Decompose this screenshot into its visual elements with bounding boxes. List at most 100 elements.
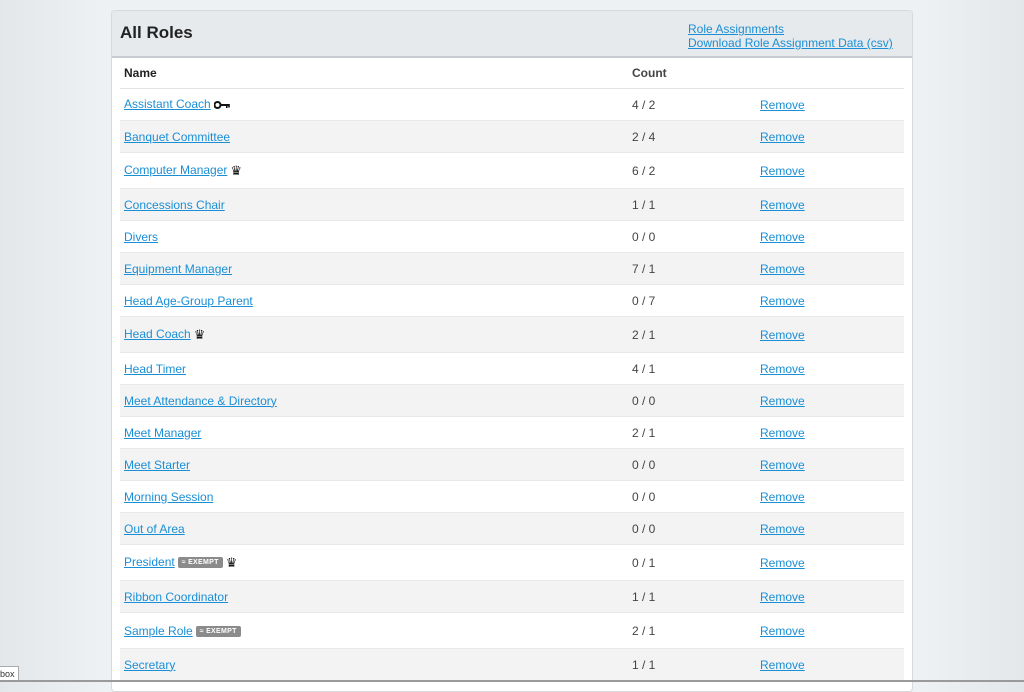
download-csv-link[interactable]: Download Role Assignment Data (csv) (688, 36, 893, 50)
role-name-cell: Secretary (120, 648, 628, 681)
remove-button[interactable]: Remove (760, 164, 805, 178)
role-name-cell: Head Age-Group Parent (120, 284, 628, 317)
role-actions-cell: Remove (756, 88, 904, 121)
role-actions-cell: Remove (756, 648, 904, 681)
role-count-cell: 0 / 0 (628, 512, 756, 545)
exempt-badge: ≈ EXEMPT (177, 556, 223, 568)
role-name-cell: Head Coach ♛ (120, 316, 628, 353)
role-actions-cell: Remove (756, 252, 904, 285)
role-actions-cell: Remove (756, 512, 904, 545)
role-actions-cell: Remove (756, 120, 904, 153)
role-name-cell: Concessions Chair (120, 188, 628, 221)
remove-button[interactable]: Remove (760, 294, 805, 308)
table-row: Ribbon Coordinator 1 / 1 Remove (120, 580, 904, 613)
role-link[interactable]: Concessions Chair (124, 198, 225, 212)
role-assignments-link[interactable]: Role Assignments (688, 22, 893, 36)
remove-button[interactable]: Remove (760, 230, 805, 244)
role-actions-cell: Remove (756, 188, 904, 221)
role-actions-cell: Remove (756, 416, 904, 449)
crown-icon: ♛ (193, 326, 206, 342)
table-row: Computer Manager ♛ 6 / 2 Remove (120, 152, 904, 189)
role-name-cell: Sample Role ≈ EXEMPT (120, 612, 628, 649)
role-name-cell: President ≈ EXEMPT ♛ (120, 544, 628, 581)
table-row: Head Age-Group Parent 0 / 7 Remove (120, 284, 904, 317)
roles-panel: All Roles Role Assignments Download Role… (111, 10, 913, 692)
remove-button[interactable]: Remove (760, 590, 805, 604)
role-actions-cell: Remove (756, 612, 904, 649)
role-actions-cell: Remove (756, 316, 904, 353)
role-count-cell: 2 / 1 (628, 612, 756, 649)
remove-button[interactable]: Remove (760, 658, 805, 672)
role-name-cell: Computer Manager ♛ (120, 152, 628, 189)
role-count-cell: 6 / 2 (628, 152, 756, 189)
remove-button[interactable]: Remove (760, 328, 805, 342)
role-actions-cell: Remove (756, 220, 904, 253)
role-link[interactable]: Banquet Committee (124, 130, 230, 144)
role-count-cell: 0 / 0 (628, 384, 756, 417)
role-link[interactable]: Sample Role (124, 624, 193, 638)
role-actions-cell: Remove (756, 544, 904, 581)
header-links: Role Assignments Download Role Assignmen… (688, 22, 893, 50)
role-link[interactable]: Ribbon Coordinator (124, 590, 228, 604)
role-count-cell: 1 / 1 (628, 580, 756, 613)
remove-button[interactable]: Remove (760, 426, 805, 440)
actions-column-header (756, 58, 904, 89)
role-count-cell: 7 / 1 (628, 252, 756, 285)
role-count-cell: 1 / 1 (628, 648, 756, 681)
remove-button[interactable]: Remove (760, 130, 805, 144)
page-title: All Roles (120, 23, 193, 42)
remove-button[interactable]: Remove (760, 490, 805, 504)
remove-button[interactable]: Remove (760, 458, 805, 472)
role-actions-cell: Remove (756, 152, 904, 189)
panel-header: All Roles Role Assignments Download Role… (112, 11, 912, 58)
role-link[interactable]: Computer Manager (124, 163, 227, 177)
table-row: Concessions Chair 1 / 1 Remove (120, 188, 904, 221)
remove-button[interactable]: Remove (760, 362, 805, 376)
role-link[interactable]: Out of Area (124, 522, 185, 536)
role-actions-cell: Remove (756, 384, 904, 417)
role-link[interactable]: Meet Manager (124, 426, 201, 440)
role-link[interactable]: Head Coach (124, 327, 191, 341)
role-link[interactable]: Divers (124, 230, 158, 244)
remove-button[interactable]: Remove (760, 198, 805, 212)
role-link[interactable]: Meet Attendance & Directory (124, 394, 277, 408)
role-count-cell: 2 / 1 (628, 316, 756, 353)
remove-button[interactable]: Remove (760, 624, 805, 638)
role-link[interactable]: Meet Starter (124, 458, 190, 472)
table-row: Meet Starter 0 / 0 Remove (120, 448, 904, 481)
role-name-cell: Meet Starter (120, 448, 628, 481)
table-header-row: Name Count (120, 58, 904, 89)
role-name-cell: Ribbon Coordinator (120, 580, 628, 613)
role-name-cell: Out of Area (120, 512, 628, 545)
table-row: Banquet Committee 2 / 4 Remove (120, 120, 904, 153)
role-link[interactable]: Equipment Manager (124, 262, 232, 276)
role-actions-cell: Remove (756, 284, 904, 317)
remove-button[interactable]: Remove (760, 98, 805, 112)
role-count-cell: 0 / 1 (628, 544, 756, 581)
exempt-badge: ≈ EXEMPT (195, 625, 241, 637)
table-row: Meet Attendance & Directory 0 / 0 Remove (120, 384, 904, 417)
role-name-cell: Divers (120, 220, 628, 253)
table-row: Secretary 1 / 1 Remove (120, 648, 904, 681)
role-actions-cell: Remove (756, 352, 904, 385)
remove-button[interactable]: Remove (760, 394, 805, 408)
role-link[interactable]: Head Age-Group Parent (124, 294, 253, 308)
remove-button[interactable]: Remove (760, 556, 805, 570)
remove-button[interactable]: Remove (760, 522, 805, 536)
role-name-cell: Meet Attendance & Directory (120, 384, 628, 417)
bottom-divider (0, 680, 1024, 682)
role-actions-cell: Remove (756, 480, 904, 513)
role-name-cell: Meet Manager (120, 416, 628, 449)
crown-icon: ♛ (225, 554, 238, 570)
remove-button[interactable]: Remove (760, 262, 805, 276)
role-link[interactable]: President (124, 555, 175, 569)
table-row: Meet Manager 2 / 1 Remove (120, 416, 904, 449)
role-link[interactable]: Morning Session (124, 490, 213, 504)
role-count-cell: 4 / 1 (628, 352, 756, 385)
role-count-cell: 1 / 1 (628, 188, 756, 221)
role-link[interactable]: Head Timer (124, 362, 186, 376)
crown-icon: ♛ (230, 162, 243, 178)
role-link[interactable]: Assistant Coach (124, 97, 211, 111)
role-name-cell: Equipment Manager (120, 252, 628, 285)
role-link[interactable]: Secretary (124, 658, 175, 672)
